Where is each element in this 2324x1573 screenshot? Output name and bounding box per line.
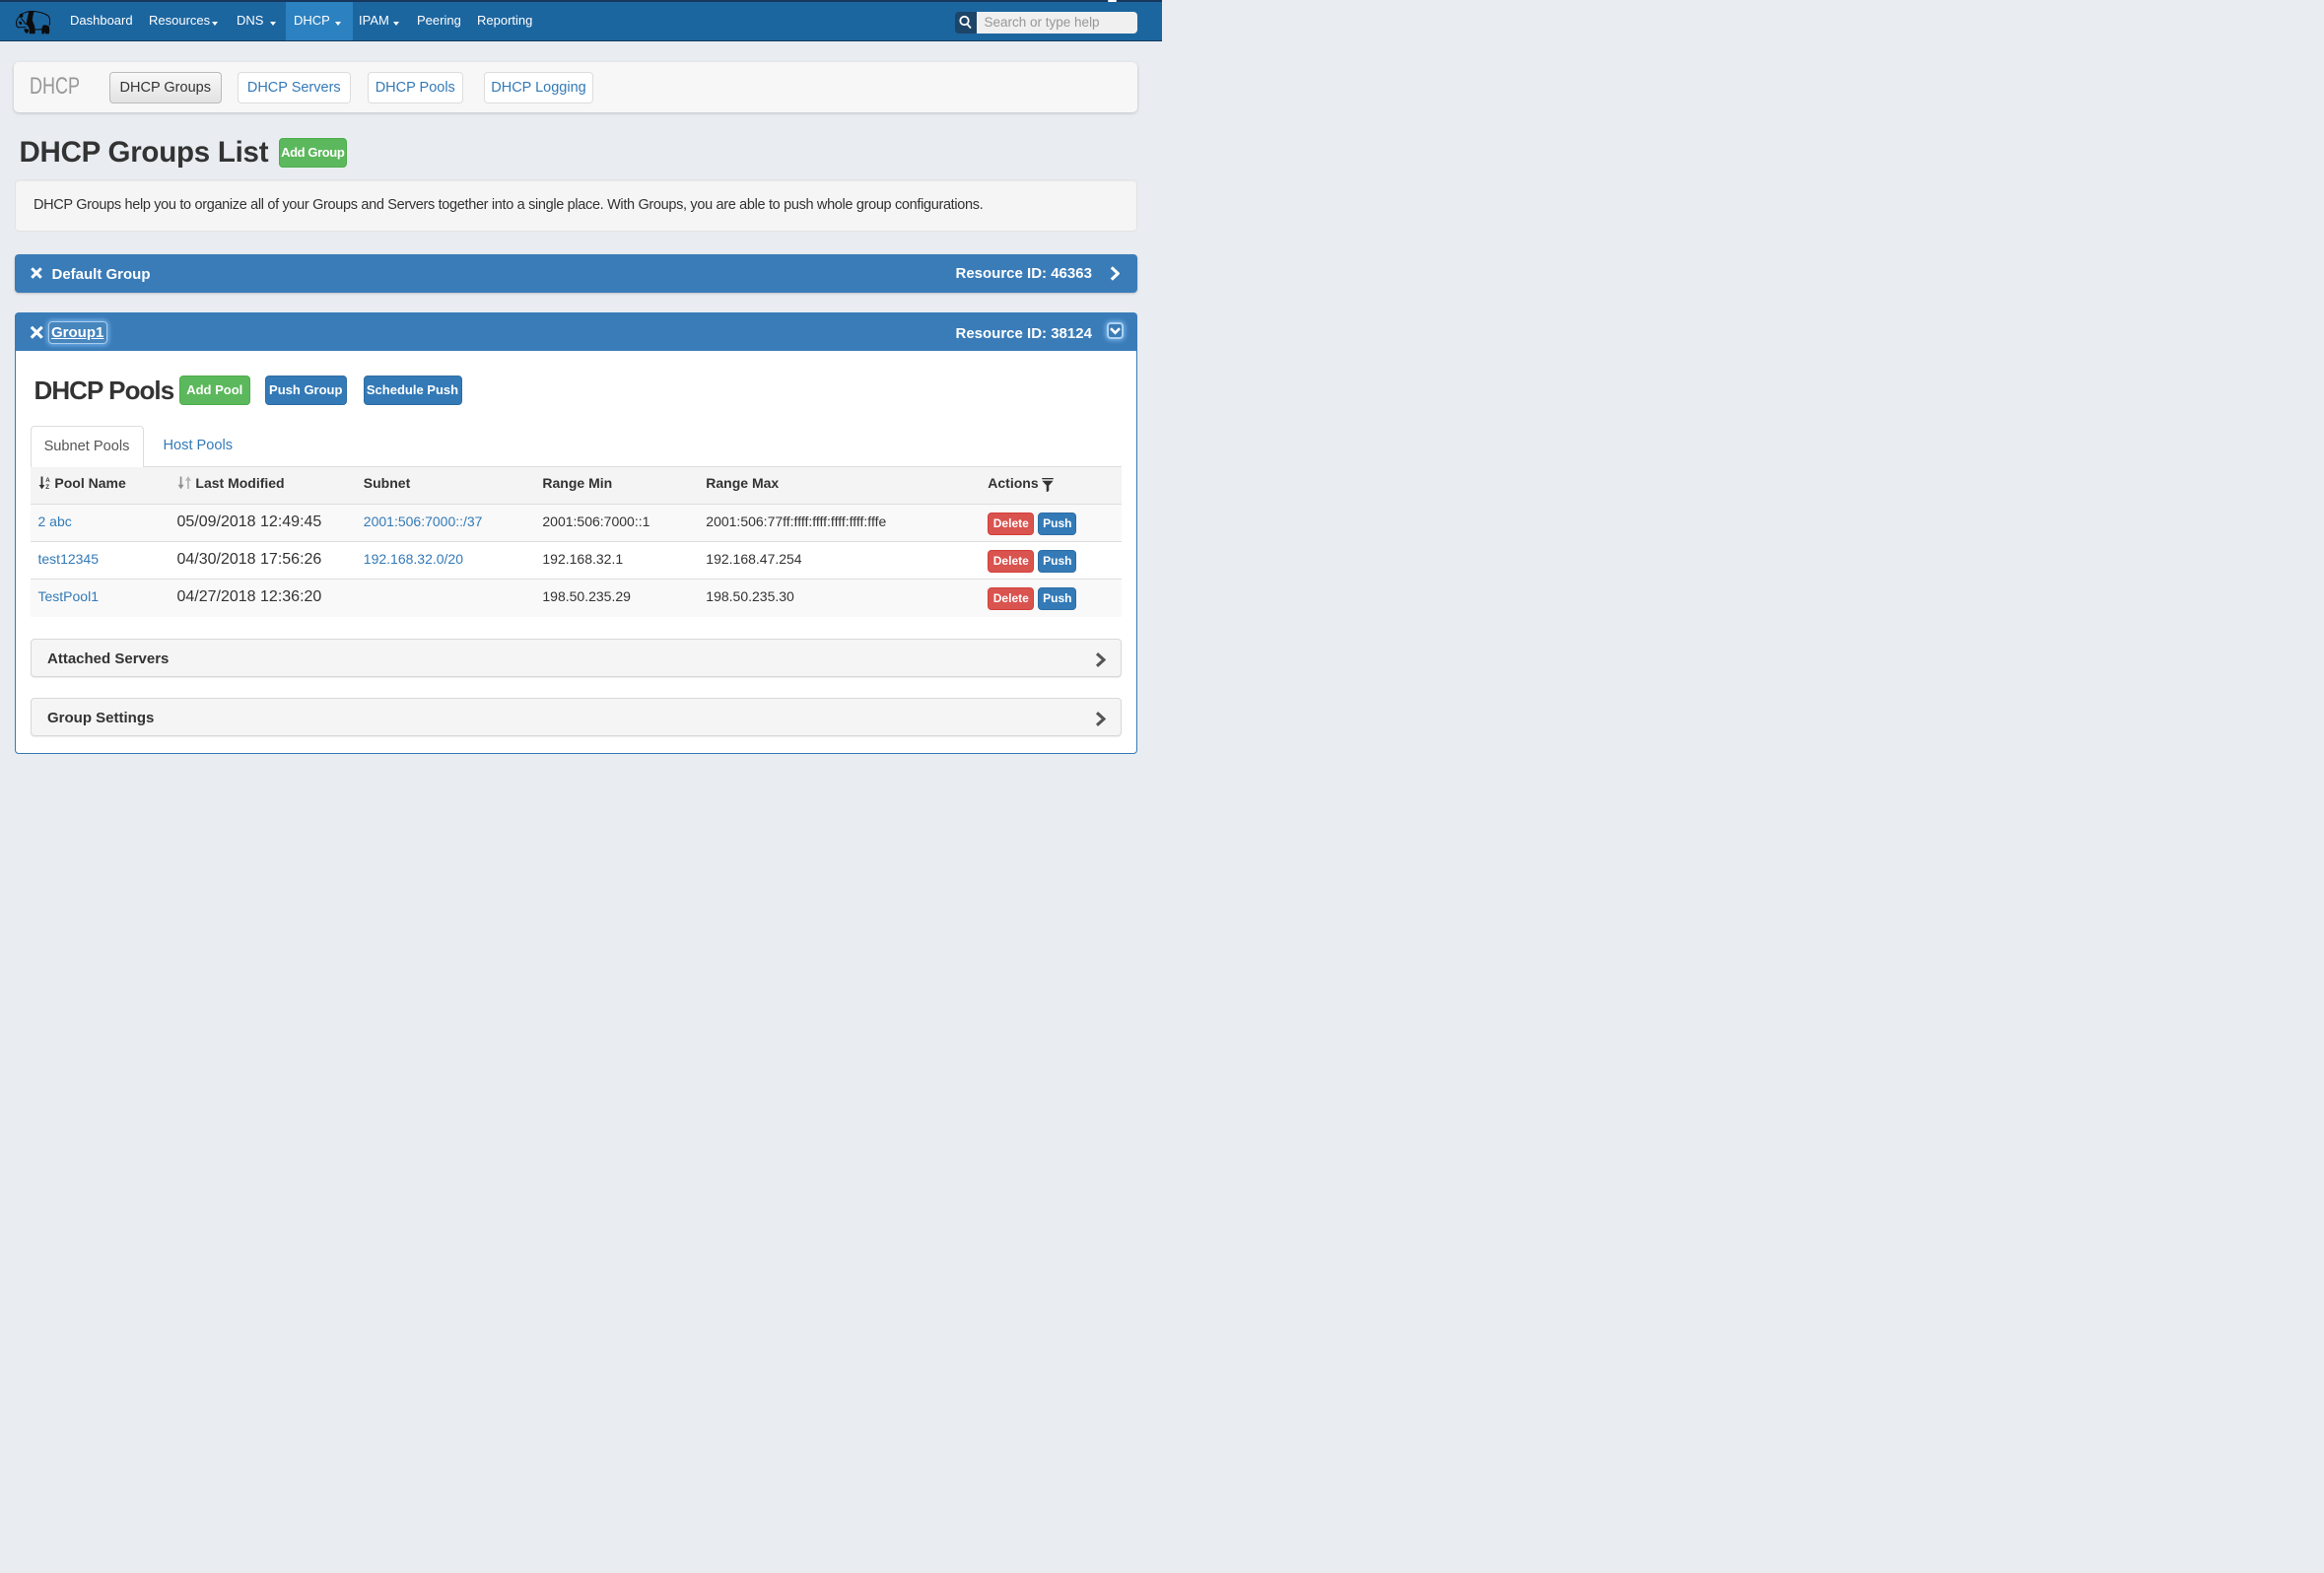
svg-text:A: A: [45, 476, 50, 483]
svg-text:Z: Z: [45, 484, 49, 489]
